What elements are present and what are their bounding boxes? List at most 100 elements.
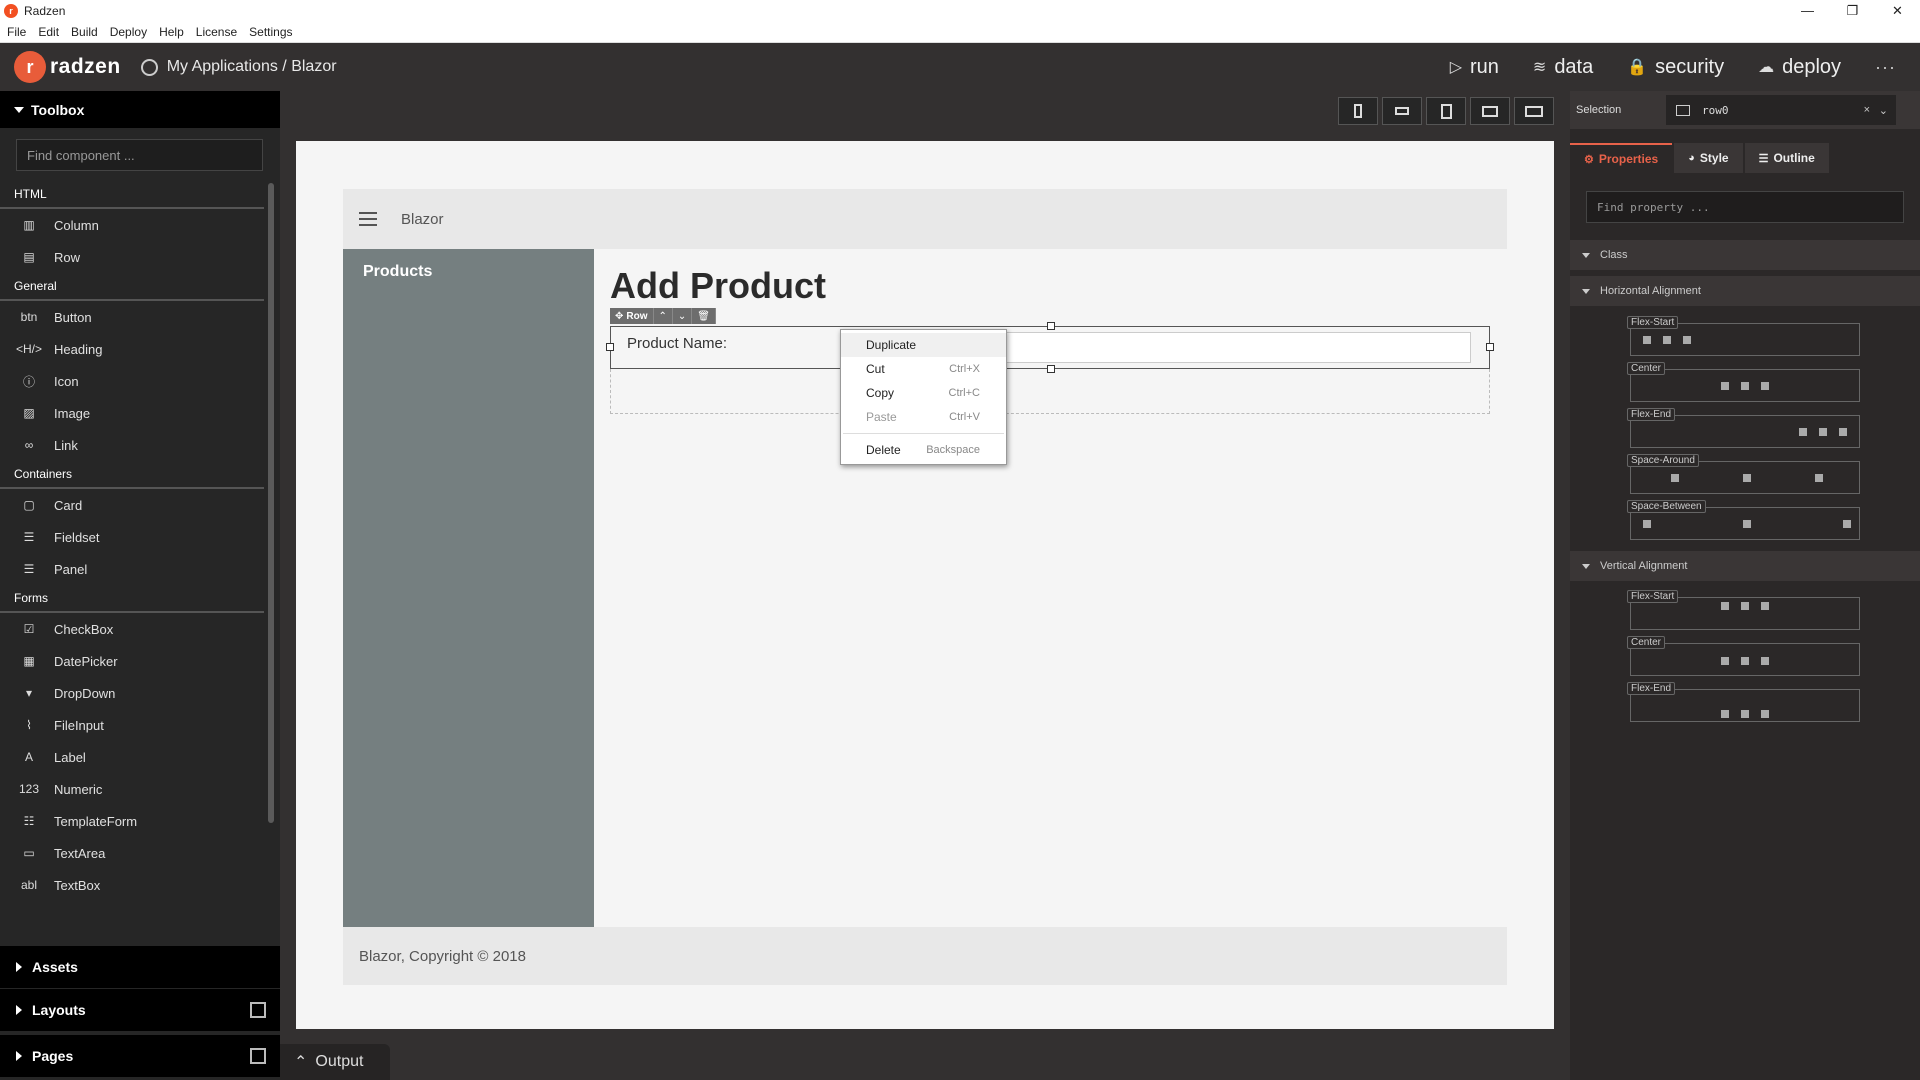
toolbox-item-link[interactable]: ∞ Link bbox=[0, 429, 280, 461]
halign-space-between[interactable]: Space-Between bbox=[1627, 500, 1860, 540]
halign-space-around[interactable]: Space-Around bbox=[1627, 454, 1860, 494]
move-row-button[interactable]: ✥ Row bbox=[610, 308, 654, 324]
menu-edit[interactable]: Edit bbox=[31, 25, 64, 39]
minimize-icon[interactable]: — bbox=[1785, 0, 1830, 21]
page-title[interactable]: Add Product bbox=[610, 265, 826, 307]
menu-license[interactable]: License bbox=[189, 25, 242, 39]
toolbox-item-fileinput[interactable]: ⌇ FileInput bbox=[0, 709, 280, 741]
blazor-app-header[interactable]: Blazor bbox=[343, 189, 1507, 249]
add-page-icon[interactable] bbox=[250, 1048, 266, 1064]
selected-row[interactable]: Product Name: bbox=[606, 322, 1494, 373]
menu-item-duplicate[interactable]: Duplicate bbox=[841, 333, 1006, 357]
phone-portrait-button[interactable] bbox=[1338, 97, 1378, 125]
find-component-input[interactable]: Find component ... bbox=[16, 139, 263, 171]
halign-flex-end[interactable]: Flex-End bbox=[1627, 408, 1860, 448]
valign-flex-end[interactable]: Flex-End bbox=[1627, 682, 1860, 722]
close-icon[interactable]: ✕ bbox=[1875, 0, 1920, 21]
move-up-icon[interactable]: ⌃ bbox=[654, 308, 673, 324]
toolbox-item-column[interactable]: ▥ Column bbox=[0, 209, 280, 241]
selection-dropdown[interactable]: row0 × ⌄ bbox=[1666, 95, 1896, 125]
resize-handle-left[interactable] bbox=[606, 343, 614, 351]
toolbox-item-heading[interactable]: <H/> Heading bbox=[0, 333, 280, 365]
horizontal-alignment-section[interactable]: Horizontal Alignment bbox=[1570, 276, 1920, 306]
shortcut-label: Ctrl+V bbox=[949, 411, 980, 423]
phone-landscape-button[interactable] bbox=[1382, 97, 1422, 125]
columns-icon bbox=[1676, 104, 1690, 116]
menu-item-copy[interactable]: Copy Ctrl+C bbox=[841, 381, 1006, 405]
product-name-label[interactable]: Product Name: bbox=[627, 335, 727, 352]
find-property-input[interactable]: Find property ... bbox=[1586, 191, 1904, 223]
halign-center[interactable]: Center bbox=[1627, 362, 1860, 402]
blazor-sidebar[interactable]: Products bbox=[343, 249, 594, 927]
toolbox-header[interactable]: Toolbox bbox=[0, 91, 280, 128]
textbox-icon: abl bbox=[20, 878, 37, 892]
toolbox-item-dropdown[interactable]: ▾ DropDown bbox=[0, 677, 280, 709]
hamburger-menu-icon[interactable] bbox=[359, 212, 377, 226]
tablet-portrait-icon bbox=[1440, 103, 1452, 119]
toolbox-item-numeric[interactable]: 123 Numeric bbox=[0, 773, 280, 805]
toolbox-item-textbox[interactable]: abl TextBox bbox=[0, 869, 280, 901]
menu-item-delete[interactable]: Delete Backspace bbox=[841, 438, 1006, 462]
label-icon: A bbox=[24, 750, 33, 764]
clear-selection-icon[interactable]: × bbox=[1864, 104, 1870, 116]
valign-center[interactable]: Center bbox=[1627, 636, 1860, 676]
layouts-section[interactable]: Layouts bbox=[0, 989, 280, 1031]
blazor-footer[interactable]: Blazor, Copyright © 2018 bbox=[343, 927, 1507, 985]
design-canvas: Blazor Products Add Product ✥ Row ⌃ ⌄ 🗑 … bbox=[280, 91, 1570, 1080]
deploy-button[interactable]: ☁ deploy bbox=[1758, 56, 1841, 79]
toolbox-item-image[interactable]: ▨ Image bbox=[0, 397, 280, 429]
desktop-button[interactable] bbox=[1514, 97, 1554, 125]
move-down-icon[interactable]: ⌄ bbox=[673, 308, 693, 324]
tab-style[interactable]: ◕ Style bbox=[1674, 143, 1743, 173]
menu-deploy[interactable]: Deploy bbox=[103, 25, 152, 39]
valign-flex-start[interactable]: Flex-Start bbox=[1627, 590, 1860, 630]
data-button[interactable]: ≋ data bbox=[1533, 56, 1593, 79]
tablet-landscape-button[interactable] bbox=[1470, 97, 1510, 125]
add-layout-icon[interactable] bbox=[250, 1002, 266, 1018]
toolbox-item-templateform[interactable]: ☷ TemplateForm bbox=[0, 805, 280, 837]
assets-section[interactable]: Assets bbox=[0, 946, 280, 988]
run-button[interactable]: ▷ run bbox=[1450, 56, 1499, 79]
menu-item-cut[interactable]: Cut Ctrl+X bbox=[841, 357, 1006, 381]
nav-item-products[interactable]: Products bbox=[343, 249, 594, 295]
toolbox-item-fieldset[interactable]: ☰ Fieldset bbox=[0, 521, 280, 553]
vertical-alignment-section[interactable]: Vertical Alignment bbox=[1570, 551, 1920, 581]
resize-handle-right[interactable] bbox=[1486, 343, 1494, 351]
toolbox-item-card[interactable]: ▢ Card bbox=[0, 489, 280, 521]
more-icon[interactable]: ··· bbox=[1875, 57, 1896, 78]
trash-icon[interactable]: 🗑 bbox=[692, 308, 716, 324]
restore-icon[interactable]: ❐ bbox=[1830, 0, 1875, 21]
footer-copyright: Blazor, Copyright © 2018 bbox=[359, 947, 526, 965]
menu-settings[interactable]: Settings bbox=[242, 25, 297, 39]
toolbox-item-checkbox[interactable]: ☑ CheckBox bbox=[0, 613, 280, 645]
halign-flex-start[interactable]: Flex-Start bbox=[1627, 316, 1860, 356]
tablet-portrait-button[interactable] bbox=[1426, 97, 1466, 125]
toolbox-item-button[interactable]: btn Button bbox=[0, 301, 280, 333]
menu-file[interactable]: File bbox=[0, 25, 31, 39]
menu-help[interactable]: Help bbox=[152, 25, 189, 39]
tab-properties[interactable]: ⚙ Properties bbox=[1570, 143, 1673, 173]
toolbox-scrollbar[interactable] bbox=[268, 183, 274, 823]
toolbox-item-label-component[interactable]: A Label bbox=[0, 741, 280, 773]
security-button[interactable]: 🔒 security bbox=[1627, 56, 1724, 79]
radzen-logo[interactable]: r radzen bbox=[14, 51, 121, 83]
resize-handle-top[interactable] bbox=[1047, 322, 1055, 330]
toolbox-item-datepicker[interactable]: ▦ DatePicker bbox=[0, 645, 280, 677]
menu-item-label: Paste bbox=[866, 410, 897, 424]
button-icon: btn bbox=[20, 310, 38, 324]
tab-outline[interactable]: ☰ Outline bbox=[1744, 143, 1829, 173]
toolbox-item-icon[interactable]: ⓘ Icon bbox=[0, 365, 280, 397]
empty-drop-zone[interactable] bbox=[610, 369, 1490, 414]
toolbox-item-row[interactable]: ▤ Row bbox=[0, 241, 280, 273]
class-section[interactable]: Class bbox=[1570, 240, 1920, 270]
toolbox-item-panel[interactable]: ☰ Panel bbox=[0, 553, 280, 585]
chevron-down-icon[interactable]: ⌄ bbox=[1879, 104, 1888, 117]
breadcrumb[interactable]: My Applications / Blazor bbox=[140, 58, 337, 76]
pages-section[interactable]: Pages bbox=[0, 1035, 280, 1077]
menu-item-paste[interactable]: Paste Ctrl+V bbox=[841, 405, 1006, 429]
toolbox-item-textarea[interactable]: ▭ TextArea bbox=[0, 837, 280, 869]
option-label: Flex-Start bbox=[1627, 316, 1679, 329]
product-name-textbox[interactable] bbox=[1001, 332, 1471, 363]
menu-build[interactable]: Build bbox=[64, 25, 103, 39]
output-panel-toggle[interactable]: ⌃ Output bbox=[280, 1044, 390, 1080]
